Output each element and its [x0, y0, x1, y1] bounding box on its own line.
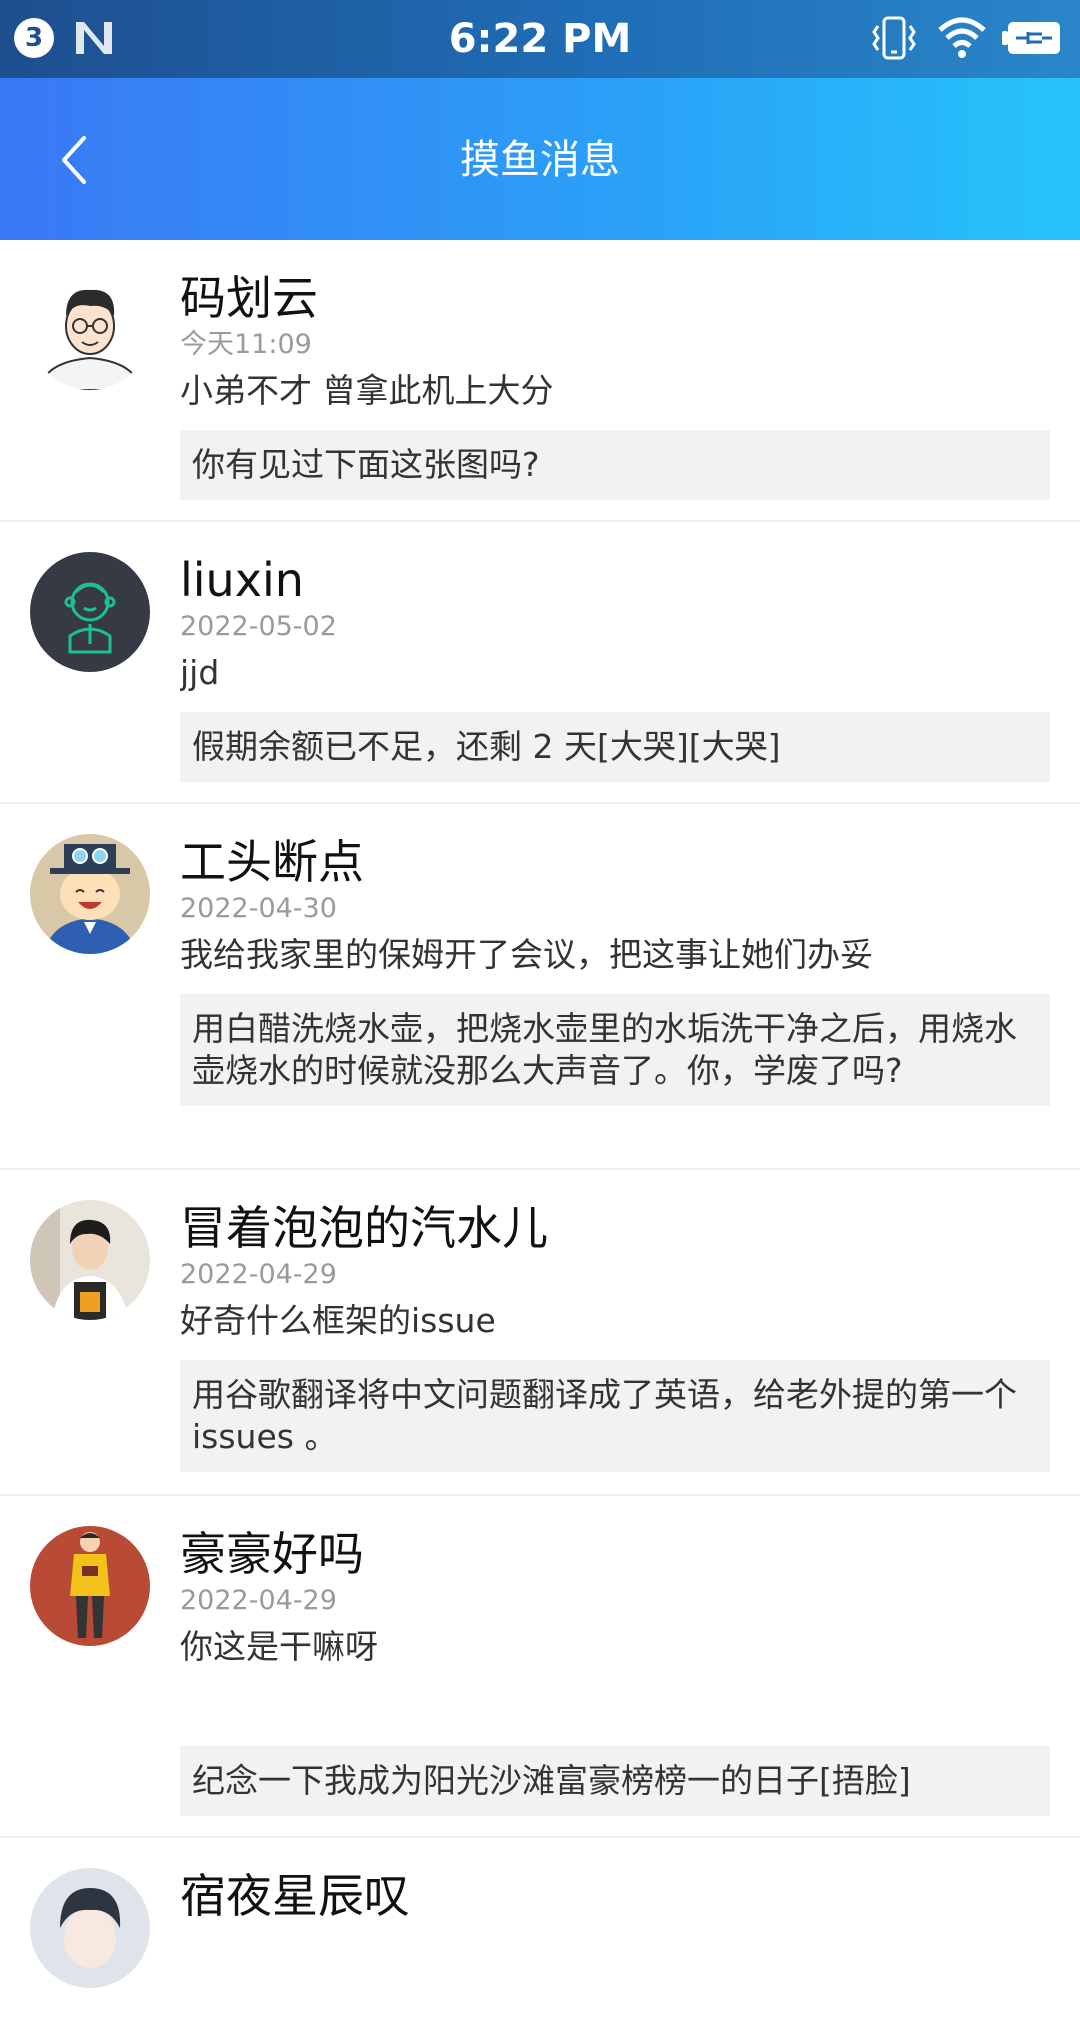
avatar-image — [30, 552, 150, 672]
avatar-image — [30, 834, 150, 954]
message-author: 冒着泡泡的汽水儿 — [180, 1201, 548, 1255]
avatar-anime-top-hat-boy[interactable] — [30, 834, 150, 954]
message-item[interactable]: 冒着泡泡的汽水儿 2022-04-29 好奇什么框架的issue 用谷歌翻译将中… — [0, 1170, 1080, 1496]
avatar-image — [30, 1526, 150, 1646]
message-date: 今天11:09 — [180, 329, 312, 360]
status-bar: 3 6:22 PM — [0, 0, 1080, 78]
message-date: 2022-04-29 — [180, 1259, 337, 1290]
message-text: 我给我家里的保姆开了会议，把这事让她们办妥 — [180, 935, 873, 974]
avatar-image — [30, 1200, 150, 1320]
battery-charging-icon — [1002, 22, 1060, 54]
avatar-default-boy[interactable] — [30, 552, 150, 672]
message-list: 码划云 今天11:09 小弟不才 曾拿此机上大分 你有见过下面这张图吗? liu… — [0, 240, 1080, 2038]
message-item[interactable]: 豪豪好吗 2022-04-29 你这是干嘛呀 纪念一下我成为阳光沙滩富豪榜榜一的… — [0, 1496, 1080, 1838]
message-text: 好奇什么框架的issue — [180, 1301, 496, 1340]
message-text: 你这是干嘛呀 — [180, 1627, 378, 1666]
message-item[interactable]: 码划云 今天11:09 小弟不才 曾拿此机上大分 你有见过下面这张图吗? — [0, 240, 1080, 522]
avatar-red-yellow-figure[interactable] — [30, 1526, 150, 1646]
message-date: 2022-05-02 — [180, 611, 337, 642]
message-text: 小弟不才 曾拿此机上大分 — [180, 371, 554, 410]
avatar-photo-person[interactable] — [30, 1200, 150, 1320]
message-date: 2022-04-29 — [180, 1585, 337, 1616]
quoted-post[interactable]: 用谷歌翻译将中文问题翻译成了英语，给老外提的第一个 issues 。 — [180, 1360, 1050, 1472]
message-author: 码划云 — [180, 271, 318, 325]
app-bar: 摸鱼消息 — [0, 78, 1080, 240]
message-author: 工头断点 — [180, 835, 364, 889]
quoted-post[interactable]: 纪念一下我成为阳光沙滩富豪榜榜一的日子[捂脸] — [180, 1746, 1050, 1816]
quoted-post[interactable]: 你有见过下面这张图吗? — [180, 430, 1050, 500]
wifi-icon — [938, 17, 986, 58]
avatar-cartoon-glasses-man[interactable] — [30, 270, 150, 390]
message-item[interactable]: liuxin 2022-05-02 jjd 假期余额已不足，还剩 2 天[大哭]… — [0, 522, 1080, 804]
message-item[interactable]: 宿夜星辰叹 — [0, 1838, 1080, 2038]
vibrate-icon — [872, 16, 916, 60]
message-author: liuxin — [180, 553, 304, 607]
quoted-post[interactable]: 假期余额已不足，还剩 2 天[大哭][大哭] — [180, 712, 1050, 782]
message-text: jjd — [180, 653, 220, 692]
avatar-anime-character[interactable] — [30, 1868, 150, 1988]
message-author: 豪豪好吗 — [180, 1527, 364, 1581]
message-author: 宿夜星辰叹 — [180, 1869, 410, 1923]
avatar-image — [30, 1868, 150, 1988]
page-title: 摸鱼消息 — [460, 137, 620, 183]
message-date: 2022-04-30 — [180, 893, 337, 924]
message-item[interactable]: 工头断点 2022-04-30 我给我家里的保姆开了会议，把这事让她们办妥 用白… — [0, 804, 1080, 1170]
avatar-image — [30, 270, 150, 390]
quoted-post[interactable]: 用白醋洗烧水壶，把烧水壶里的水垢洗干净之后，用烧水壶烧水的时候就没那么大声音了。… — [180, 994, 1050, 1106]
